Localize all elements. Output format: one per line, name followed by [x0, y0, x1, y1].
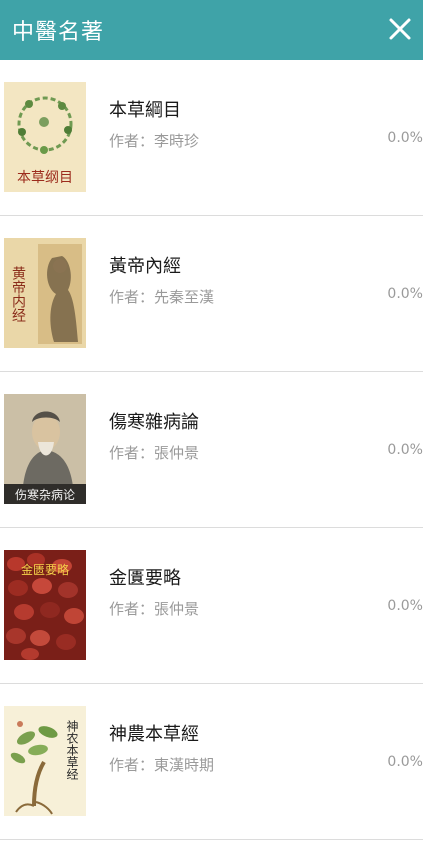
cover-text: 金匮要略: [21, 562, 69, 577]
reading-progress: 0.0%: [387, 598, 423, 614]
cover-text: 本草纲目: [17, 170, 73, 186]
book-list-item[interactable]: 神农本草经 神農本草經 作者：東漢時期 0.0%: [0, 684, 423, 840]
book-list: 本草纲目 本草綱目 作者：李時珍 0.0% 黄帝内经 黃帝內經 作者：先秦至漢 …: [0, 60, 423, 840]
page-title: 中醫名著: [12, 20, 105, 45]
book-title: 本草綱目: [109, 100, 181, 121]
book-cover-image: 神农本草经: [4, 706, 86, 816]
book-cover-image: 本草纲目: [4, 82, 86, 192]
book-title: 金匱要略: [109, 568, 181, 589]
cover-text: 神农本草经: [65, 720, 79, 780]
app-header: 中醫名著: [0, 0, 423, 60]
cover-text: 伤寒杂病论: [15, 487, 75, 502]
book-title: 神農本草經: [109, 724, 199, 745]
book-title: 黃帝內經: [109, 256, 181, 277]
reading-progress: 0.0%: [387, 754, 423, 770]
cover-text: 黄帝内经: [10, 265, 26, 322]
book-list-item[interactable]: 金匮要略 金匱要略 作者：張仲景 0.0%: [0, 528, 423, 684]
book-cover-image: 黄帝内经: [4, 238, 86, 348]
book-list-item[interactable]: 本草纲目 本草綱目 作者：李時珍 0.0%: [0, 60, 423, 216]
reading-progress: 0.0%: [387, 286, 423, 302]
book-list-item[interactable]: 伤寒杂病论 傷寒雜病論 作者：張仲景 0.0%: [0, 372, 423, 528]
book-cover-image: 伤寒杂病论: [4, 394, 86, 504]
book-author: 作者：張仲景: [109, 600, 200, 618]
book-list-item[interactable]: 黄帝内经 黃帝內經 作者：先秦至漢 0.0%: [0, 216, 423, 372]
book-cover-image: 金匮要略: [4, 550, 86, 660]
book-title: 傷寒雜病論: [109, 412, 199, 433]
close-icon[interactable]: [383, 12, 417, 46]
book-author: 作者：東漢時期: [109, 756, 215, 774]
reading-progress: 0.0%: [387, 130, 423, 146]
book-author: 作者：先秦至漢: [109, 288, 215, 306]
book-author: 作者：張仲景: [109, 444, 200, 462]
reading-progress: 0.0%: [387, 442, 423, 458]
book-author: 作者：李時珍: [109, 132, 200, 150]
